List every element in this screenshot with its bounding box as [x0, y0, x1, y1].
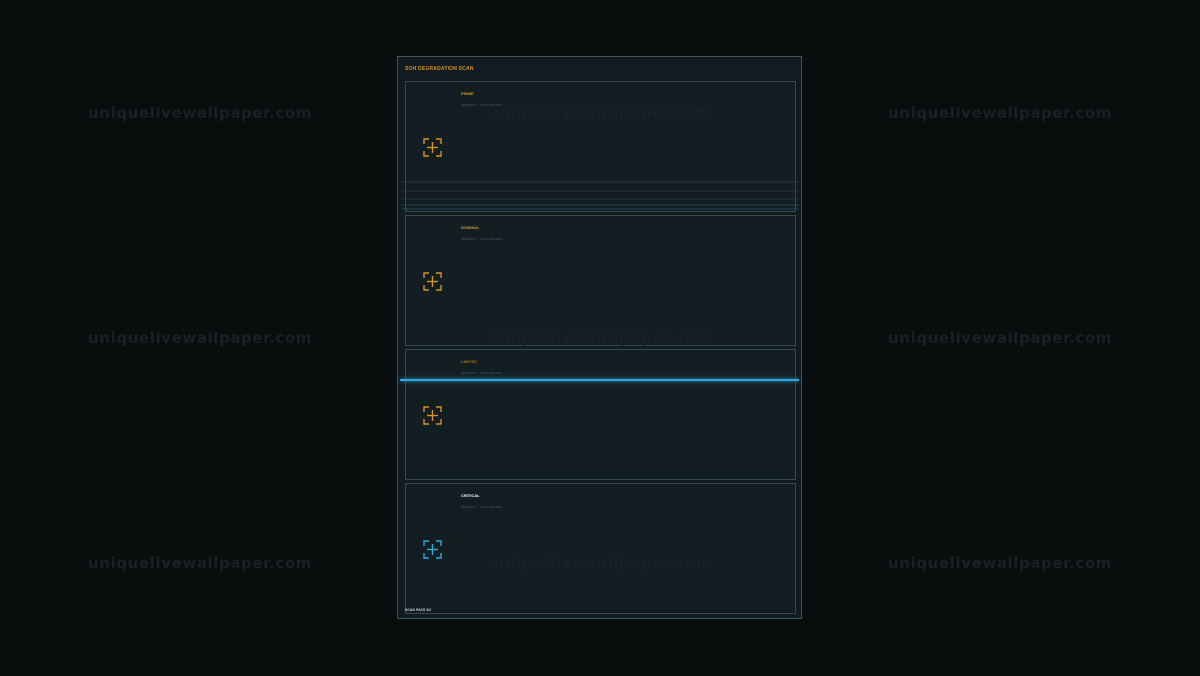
state-card-limited[interactable]: LIMITED INTEGRITY · SCAN NOMINAL: [405, 349, 796, 480]
card-name: PRIME: [461, 91, 474, 96]
watermark-text: uniquelivewallpaper.com: [88, 329, 312, 347]
watermark-text: uniquelivewallpaper.com: [88, 104, 312, 122]
card-name: CRITICAL: [461, 493, 480, 498]
focus-brackets-icon: [423, 406, 442, 425]
scan-line: [400, 379, 799, 381]
focus-brackets-icon: [423, 138, 442, 157]
state-card-critical[interactable]: CRITICAL INTEGRITY · SCAN NOMINAL: [405, 483, 796, 614]
card-subtitle: INTEGRITY · SCAN NOMINAL: [461, 103, 503, 107]
panel-title: SOH DEGRADATION SCAN: [405, 66, 474, 72]
card-name: LIMITED: [461, 359, 477, 364]
degradation-scan-panel: SOH DEGRADATION SCAN PRIME INTEGRITY · S…: [397, 56, 802, 619]
state-card-nominal[interactable]: NOMINAL INTEGRITY · SCAN NOMINAL: [405, 215, 796, 346]
watermark-text: uniquelivewallpaper.com: [888, 554, 1112, 572]
card-subtitle: INTEGRITY · SCAN NOMINAL: [461, 371, 503, 375]
card-subtitle: INTEGRITY · SCAN NOMINAL: [461, 505, 503, 509]
state-card-prime[interactable]: PRIME INTEGRITY · SCAN NOMINAL: [405, 81, 796, 212]
scan-pass-counter: SCAN PASS 3/4: [405, 608, 431, 612]
focus-brackets-icon: [423, 540, 442, 559]
card-subtitle: INTEGRITY · SCAN NOMINAL: [461, 237, 503, 241]
watermark-text: uniquelivewallpaper.com: [888, 329, 1112, 347]
card-name: NOMINAL: [461, 225, 480, 230]
watermark-text: uniquelivewallpaper.com: [888, 104, 1112, 122]
watermark-text: uniquelivewallpaper.com: [88, 554, 312, 572]
focus-brackets-icon: [423, 272, 442, 291]
